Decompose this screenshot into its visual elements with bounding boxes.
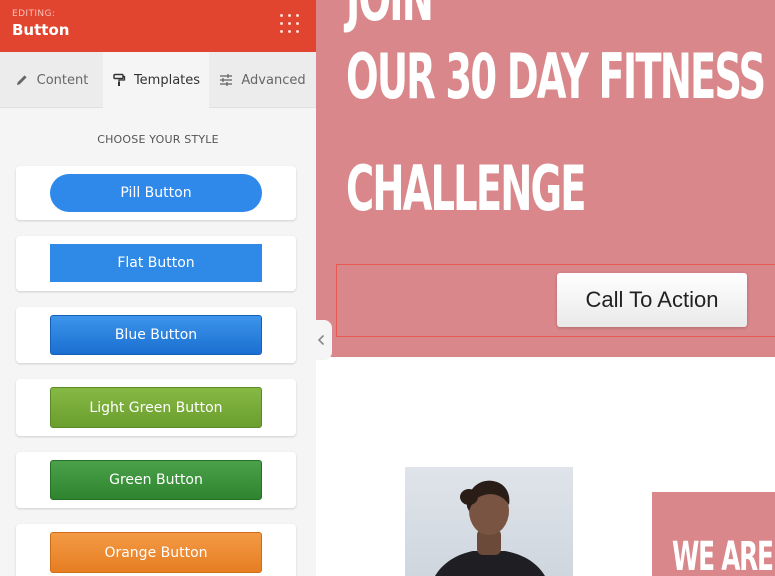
paint-roller-icon — [112, 73, 126, 87]
tab-content[interactable]: Content — [0, 52, 103, 108]
style-heading: CHOOSE YOUR STYLE — [97, 133, 219, 146]
template-card-green[interactable]: Green Button — [16, 452, 296, 508]
page-preview: JOIN OUR 30 DAY FITNESS CHALLENGE Call T… — [316, 0, 775, 576]
hero-heading-line-1: JOIN — [346, 0, 434, 35]
athlete-image — [435, 480, 545, 576]
flat-button-preview: Flat Button — [50, 244, 262, 282]
tab-templates[interactable]: Templates — [103, 52, 209, 108]
template-card-orange[interactable]: Orange Button — [16, 524, 296, 576]
template-card-light-green[interactable]: Light Green Button — [16, 379, 296, 436]
green-button-preview: Green Button — [50, 460, 262, 500]
promo-box: WE ARE — [652, 492, 775, 576]
sliders-icon — [219, 73, 233, 87]
blue-button-preview: Blue Button — [50, 315, 262, 355]
tab-advanced-label: Advanced — [241, 72, 306, 88]
template-card-flat[interactable]: Flat Button — [16, 236, 296, 291]
panel-header: EDITING: Button — [0, 0, 316, 52]
promo-heading: WE ARE — [672, 534, 774, 576]
editing-title: Button — [12, 21, 70, 39]
athlete-photo — [405, 467, 573, 576]
template-card-blue[interactable]: Blue Button — [16, 307, 296, 363]
selected-button-module[interactable]: Call To Action — [336, 264, 775, 337]
pencil-icon — [15, 73, 29, 87]
panel-tabs: Content Templates Advanced — [0, 52, 316, 108]
hero-heading-line-2: OUR 30 DAY FITNESS — [346, 40, 766, 113]
tab-advanced[interactable]: Advanced — [209, 52, 316, 108]
collapse-panel-button[interactable] — [310, 320, 332, 360]
editor-panel: EDITING: Button Content Templates Advanc… — [0, 0, 316, 576]
pill-button-preview: Pill Button — [50, 174, 262, 212]
drag-handle-icon[interactable] — [280, 14, 300, 36]
editing-label: EDITING: — [12, 9, 56, 19]
template-card-pill[interactable]: Pill Button — [16, 166, 296, 220]
tab-templates-label: Templates — [133, 72, 201, 88]
light-green-button-preview: Light Green Button — [50, 387, 262, 428]
orange-button-preview: Orange Button — [50, 532, 262, 573]
hero-section: JOIN OUR 30 DAY FITNESS CHALLENGE Call T… — [316, 0, 775, 357]
call-to-action-button[interactable]: Call To Action — [557, 273, 747, 327]
chevron-left-icon — [317, 334, 325, 346]
tab-content-label: Content — [36, 72, 89, 88]
hero-heading-line-3: CHALLENGE — [346, 152, 586, 225]
